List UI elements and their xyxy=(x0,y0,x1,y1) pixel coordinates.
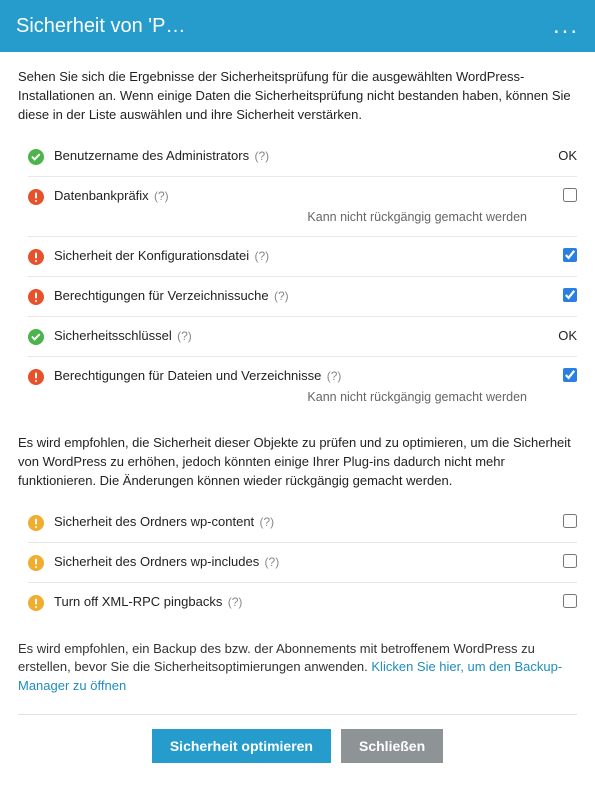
help-icon[interactable]: (?) xyxy=(261,555,279,569)
irreversible-note: Kann nicht rückgängig gemacht werden xyxy=(54,389,527,405)
check-label: Berechtigungen für Dateien und Verzeichn… xyxy=(54,368,321,383)
help-icon[interactable]: (?) xyxy=(256,515,274,529)
ok-icon xyxy=(28,329,44,345)
intro-text: Sehen Sie sich die Ergebnisse der Sicher… xyxy=(18,68,577,125)
select-checkbox[interactable] xyxy=(563,188,577,202)
warn-icon xyxy=(28,595,44,611)
status-ok: OK xyxy=(558,328,577,343)
check-status xyxy=(537,368,577,385)
check-row: Datenbankpräfix (?) Kann nicht rückgängig… xyxy=(28,177,577,237)
help-icon[interactable]: (?) xyxy=(271,289,289,303)
check-label: Sicherheit des Ordners wp-includes xyxy=(54,554,259,569)
check-label-wrap: Berechtigungen für Verzeichnissuche (?) xyxy=(54,288,537,303)
dialog-content: Sehen Sie sich die Ergebnisse der Sicher… xyxy=(0,52,595,781)
check-label-wrap: Sicherheit der Konfigurationsdatei (?) xyxy=(54,248,537,263)
help-icon[interactable]: (?) xyxy=(224,595,242,609)
warn-icon xyxy=(28,555,44,571)
status-ok: OK xyxy=(558,148,577,163)
check-label-wrap: Berechtigungen für Dateien und Verzeichn… xyxy=(54,368,537,405)
critical-checks-list: Benutzername des Administrators (?) OK Dat… xyxy=(18,137,577,417)
check-label: Sicherheitsschlüssel xyxy=(54,328,172,343)
check-label-wrap: Sicherheit des Ordners wp-content (?) xyxy=(54,514,537,529)
check-row: Sicherheit des Ordners wp-content (?) xyxy=(28,503,577,543)
check-row: Sicherheitsschlüssel (?) OK xyxy=(28,317,577,357)
check-label-wrap: Benutzername des Administrators (?) xyxy=(54,148,537,163)
check-label: Turn off XML-RPC pingbacks xyxy=(54,594,222,609)
alert-icon xyxy=(28,189,44,205)
select-checkbox[interactable] xyxy=(563,368,577,382)
select-checkbox[interactable] xyxy=(563,594,577,608)
ok-icon xyxy=(28,149,44,165)
select-checkbox[interactable] xyxy=(563,514,577,528)
warn-icon xyxy=(28,515,44,531)
backup-recommendation: Es wird empfohlen, ein Backup des bzw. d… xyxy=(18,640,577,697)
check-status xyxy=(537,248,577,265)
check-label: Sicherheit des Ordners wp-content xyxy=(54,514,254,529)
select-checkbox[interactable] xyxy=(563,248,577,262)
check-status xyxy=(537,288,577,305)
check-row: Berechtigungen für Verzeichnissuche (?) xyxy=(28,277,577,317)
more-icon[interactable]: ... xyxy=(543,12,579,40)
check-row: Benutzername des Administrators (?) OK xyxy=(28,137,577,177)
check-label: Sicherheit der Konfigurationsdatei xyxy=(54,248,249,263)
dialog-title: Sicherheit von 'P… xyxy=(16,15,185,38)
optimize-button[interactable]: Sicherheit optimieren xyxy=(152,729,331,763)
check-status xyxy=(537,554,577,571)
check-row: Sicherheit der Konfigurationsdatei (?) xyxy=(28,237,577,277)
check-status: OK xyxy=(537,148,577,163)
check-label: Benutzername des Administrators xyxy=(54,148,249,163)
check-label-wrap: Datenbankpräfix (?) Kann nicht rückgängig… xyxy=(54,188,537,225)
dialog-header: Sicherheit von 'P… ... xyxy=(0,0,595,52)
dialog-actions: Sicherheit optimieren Schließen xyxy=(18,714,577,763)
help-icon[interactable]: (?) xyxy=(151,189,169,203)
help-icon[interactable]: (?) xyxy=(251,149,269,163)
check-status xyxy=(537,188,577,205)
check-status: OK xyxy=(537,328,577,343)
check-row: Turn off XML-RPC pingbacks (?) xyxy=(28,583,577,622)
check-label-wrap: Turn off XML-RPC pingbacks (?) xyxy=(54,594,537,609)
alert-icon xyxy=(28,289,44,305)
recommended-checks-list: Sicherheit des Ordners wp-content (?)Sic… xyxy=(18,503,577,622)
select-checkbox[interactable] xyxy=(563,554,577,568)
help-icon[interactable]: (?) xyxy=(323,369,341,383)
close-button[interactable]: Schließen xyxy=(341,729,443,763)
check-status xyxy=(537,594,577,611)
help-icon[interactable]: (?) xyxy=(251,249,269,263)
alert-icon xyxy=(28,369,44,385)
check-label-wrap: Sicherheit des Ordners wp-includes (?) xyxy=(54,554,537,569)
check-status xyxy=(537,514,577,531)
check-row: Berechtigungen für Dateien und Verzeichn… xyxy=(28,357,577,416)
help-icon[interactable]: (?) xyxy=(174,329,192,343)
recommended-intro: Es wird empfohlen, die Sicherheit dieser… xyxy=(18,434,577,491)
check-label: Datenbankpräfix xyxy=(54,188,149,203)
check-label: Berechtigungen für Verzeichnissuche xyxy=(54,288,269,303)
select-checkbox[interactable] xyxy=(563,288,577,302)
alert-icon xyxy=(28,249,44,265)
check-row: Sicherheit des Ordners wp-includes (?) xyxy=(28,543,577,583)
check-label-wrap: Sicherheitsschlüssel (?) xyxy=(54,328,537,343)
irreversible-note: Kann nicht rückgängig gemacht werden xyxy=(54,209,527,225)
